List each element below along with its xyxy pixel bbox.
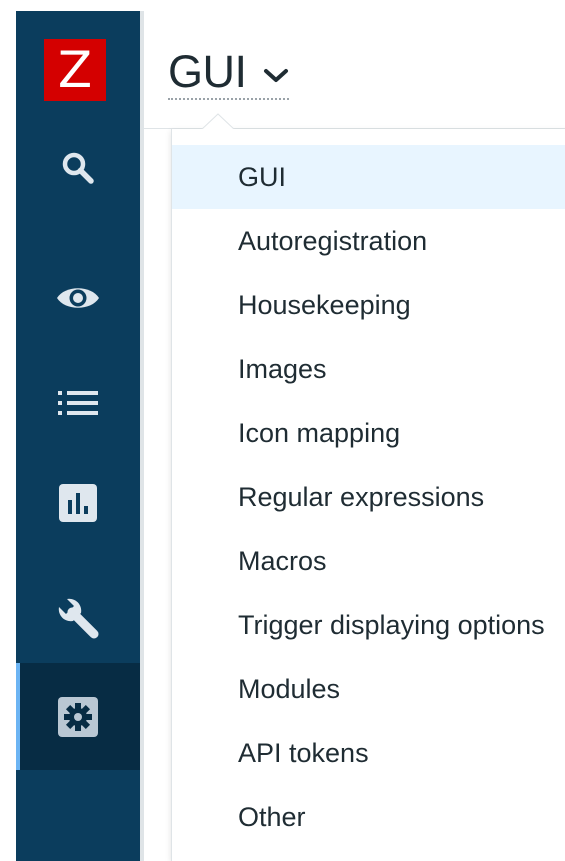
dropdown-item[interactable]: Regular expressions (172, 465, 565, 529)
dropdown-item[interactable]: Images (172, 337, 565, 401)
page-menu-dropdown: GUI Autoregistration Housekeeping Images Ico… (171, 113, 565, 861)
dropdown-pointer (200, 113, 236, 131)
page-title: GUI (168, 46, 247, 97)
page-title-dropdown[interactable]: GUI (168, 48, 289, 100)
sidebar-item-monitoring[interactable] (16, 266, 140, 330)
sidebar-item-inventory[interactable] (16, 371, 140, 435)
chevron-down-icon (263, 69, 288, 82)
dropdown-item[interactable]: Autoregistration (172, 209, 565, 273)
window-frame (0, 0, 16, 861)
sidebar-item-reports[interactable] (16, 471, 140, 535)
bar-chart-icon (59, 484, 97, 522)
dropdown-item[interactable]: Macros (172, 529, 565, 593)
sidebar: Z (16, 0, 140, 861)
sidebar-item-administration[interactable] (16, 663, 140, 770)
logo-letter: Z (57, 41, 93, 99)
page-header: GUI (144, 0, 565, 129)
search-icon (62, 152, 94, 184)
dropdown-item[interactable]: Housekeeping (172, 273, 565, 337)
dropdown-item[interactable]: Icon mapping (172, 401, 565, 465)
dropdown-item[interactable]: Modules (172, 657, 565, 721)
dropdown-list: GUI Autoregistration Housekeeping Images Ico… (172, 129, 565, 849)
dropdown-item[interactable]: API tokens (172, 721, 565, 785)
sidebar-item-configuration[interactable] (16, 586, 140, 650)
dropdown-item[interactable]: GUI (172, 145, 565, 209)
wrench-icon (58, 598, 99, 639)
gear-icon (58, 696, 98, 737)
dropdown-item[interactable]: Other (172, 785, 565, 849)
dropdown-item[interactable]: Trigger displaying options (172, 593, 565, 657)
zabbix-logo[interactable]: Z (44, 39, 106, 101)
list-icon (58, 391, 98, 415)
eye-icon (57, 288, 99, 308)
sidebar-item-search[interactable] (16, 136, 140, 200)
